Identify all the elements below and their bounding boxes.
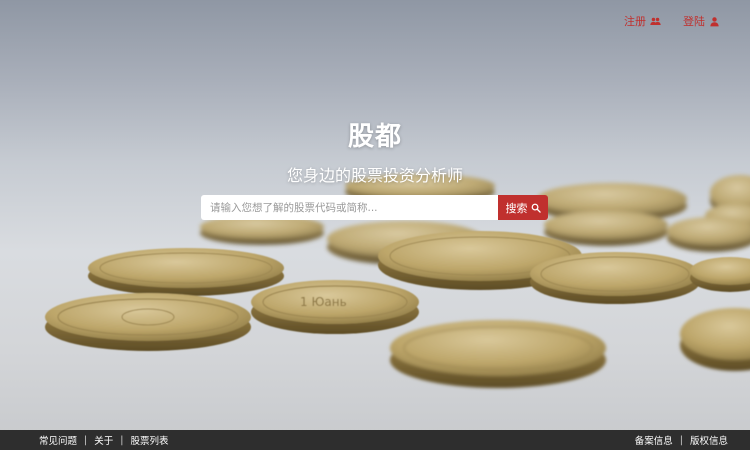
footer-left-links: 常见问题 | 关于 | 股票列表 xyxy=(39,433,168,448)
svg-text:1 Юань: 1 Юань xyxy=(300,295,347,309)
user-icon xyxy=(710,16,719,26)
footer-link-stock-list[interactable]: 股票列表 xyxy=(130,433,168,447)
footer-link-about[interactable]: 关于 xyxy=(94,433,113,447)
users-icon xyxy=(650,17,661,25)
footer-separator: | xyxy=(84,434,88,446)
search-button-label: 搜索 xyxy=(505,201,528,215)
footer-link-filing-info[interactable]: 备案信息 xyxy=(635,433,673,447)
footer: 常见问题 | 关于 | 股票列表 备案信息 | 版权信息 xyxy=(0,430,750,450)
search-icon xyxy=(531,203,541,213)
login-link[interactable]: 登陆 xyxy=(683,13,720,29)
top-nav: 注册 登陆 xyxy=(624,13,720,29)
landing-page: 1 Юань 注册 登陆 股都 您身边的股票投资分析师 请输入您想了解的股票代码… xyxy=(0,0,750,450)
search-button[interactable]: 搜索 xyxy=(498,195,548,220)
register-label: 注册 xyxy=(624,15,646,28)
footer-separator: | xyxy=(120,434,124,446)
footer-separator: | xyxy=(679,434,683,446)
login-label: 登陆 xyxy=(683,15,705,28)
footer-link-copyright[interactable]: 版权信息 xyxy=(690,433,728,447)
site-subtitle: 您身边的股票投资分析师 xyxy=(286,166,463,185)
register-link[interactable]: 注册 xyxy=(624,13,661,29)
footer-link-faq[interactable]: 常见问题 xyxy=(39,433,77,447)
search-input[interactable] xyxy=(201,195,498,220)
site-title: 股都 xyxy=(347,122,402,152)
search-bar: 搜索 xyxy=(201,195,548,220)
footer-right-links: 备案信息 | 版权信息 xyxy=(635,433,728,448)
